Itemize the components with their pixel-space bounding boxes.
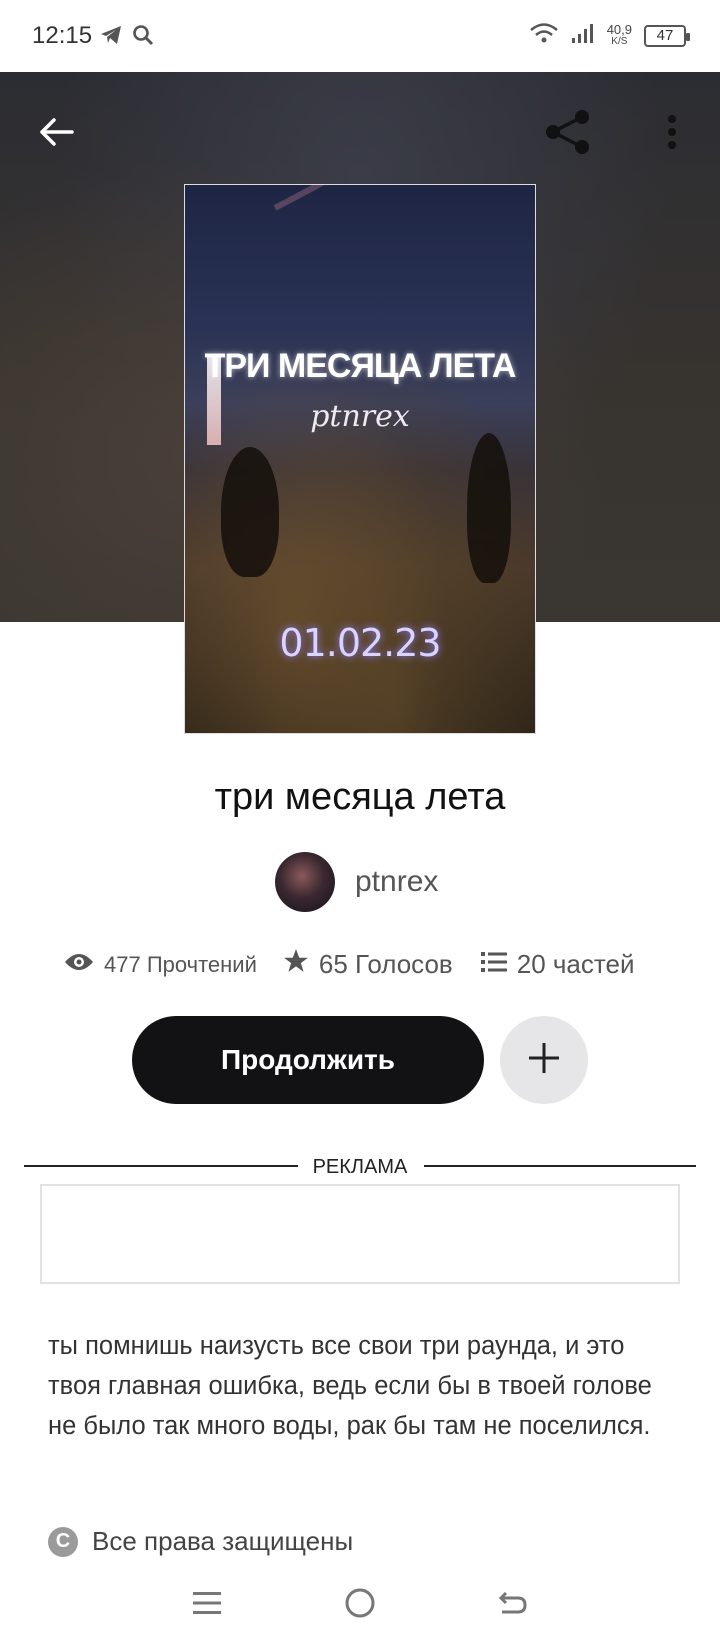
eye-icon [64,952,94,978]
cover-author: ptnrex [310,399,410,434]
share-button[interactable] [540,106,596,162]
arrow-left-icon [38,117,74,152]
share-icon [544,108,592,161]
copyright-label: Все права защищены [92,1526,354,1556]
status-icons-left [100,24,154,51]
battery-indicator: 47 [644,24,690,47]
stat-reads-label: 477 Прочтений [104,951,257,977]
menu-nav-button[interactable] [182,1580,232,1630]
signal-icon [571,22,595,49]
cover-light-streak [273,185,524,211]
network-speed: 40,9 K/S [606,21,632,48]
back-nav-icon [498,1589,528,1622]
cover-title: ТРИ МЕСЯЦА ЛЕТА [204,347,517,385]
stat-reads: 477 Прочтений [64,952,257,978]
system-nav-bar [0,1570,720,1640]
cover-rider-right [467,433,511,583]
cover-date: 01.02.23 [279,621,441,665]
back-button[interactable] [28,106,84,162]
stat-parts: 20 частей [480,949,635,980]
continue-reading-button[interactable]: Продолжить [132,1016,484,1104]
stat-parts-label: 20 частей [516,949,635,979]
plus-icon [527,1041,561,1080]
copyright-icon: C [48,1526,78,1557]
telegram-icon [100,25,122,50]
continue-reading-label: Продолжить [221,1044,395,1075]
menu-icon [192,1590,221,1621]
author-row[interactable]: ptnrex [275,852,438,912]
network-speed-unit: K/S [611,35,628,47]
cover-rider-left [221,447,279,577]
search-icon [132,24,154,51]
ad-header: РЕКЛАМА [24,1156,696,1180]
more-options-button[interactable] [644,106,700,162]
ad-label: РЕКЛАМА [312,1156,408,1178]
home-circle-icon [344,1587,376,1624]
book-cover[interactable]: ТРИ МЕСЯЦА ЛЕТА ptnrex 01.02.23 [184,184,536,734]
back-nav-button[interactable] [488,1580,538,1630]
book-title: три месяца лета [214,776,506,818]
ad-divider-right [424,1165,696,1167]
stat-votes: 65 Голосов [283,948,453,981]
network-speed-value: 40,9 [606,21,632,37]
author-name[interactable]: ptnrex [355,865,438,899]
home-nav-button[interactable] [335,1580,385,1630]
stats-row: 477 Прочтений 65 Голосов 20 частей [64,948,634,981]
ad-slot[interactable] [40,1184,680,1284]
star-icon [283,948,309,981]
more-vertical-icon [667,114,677,155]
status-time: 12:15 [32,22,93,49]
avatar[interactable] [275,852,335,912]
wifi-icon [529,22,559,49]
stat-votes-label: 65 Голосов [318,949,453,979]
add-to-library-button[interactable] [500,1016,588,1104]
book-description: ты помнишь наизусть все свои три раунда,… [48,1332,652,1440]
list-icon [480,949,507,980]
status-bar: 12:15 40,9 K/S 47 [0,0,720,72]
status-icons-right: 40,9 K/S 47 [529,21,690,49]
copyright-row: C Все права защищены [48,1526,353,1557]
